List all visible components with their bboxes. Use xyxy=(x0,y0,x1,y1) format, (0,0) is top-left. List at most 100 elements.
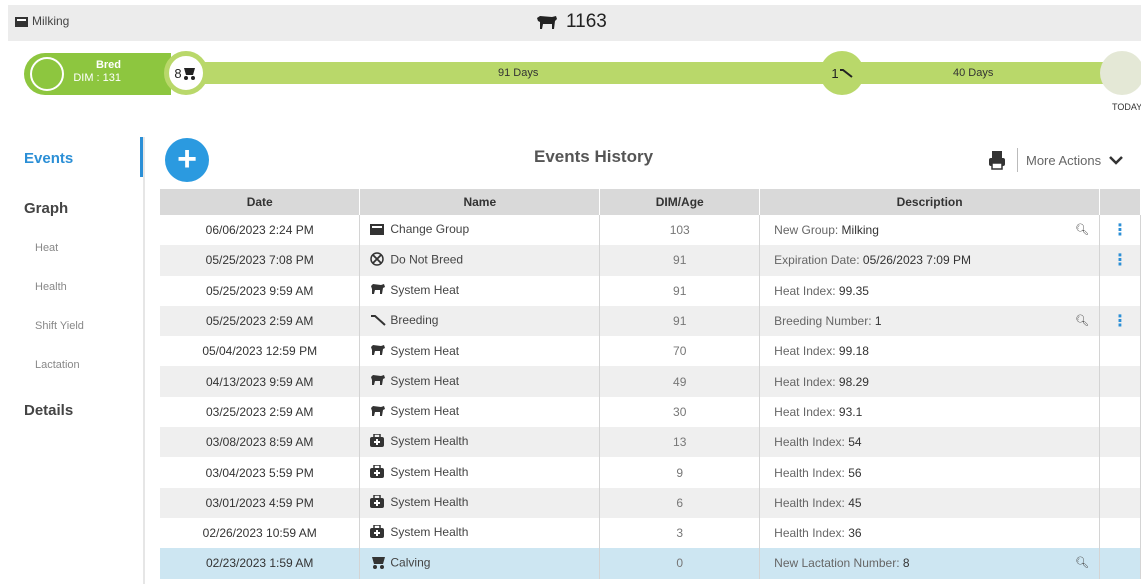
system-heat-icon xyxy=(370,405,390,420)
kebab-menu-icon[interactable]: ⋮ xyxy=(1112,252,1128,269)
event-name: System Health xyxy=(390,494,469,509)
description-value: 98.29 xyxy=(838,374,869,389)
column-header-menu xyxy=(1099,189,1141,215)
date-cell: 02/26/2023 10:59 AM xyxy=(160,517,361,549)
description-cell: Health Index: 36 xyxy=(759,517,1100,549)
group-icon xyxy=(15,16,28,27)
description-cell: Heat Index: 99.18 xyxy=(759,336,1100,367)
system-heat-icon xyxy=(370,344,390,359)
column-header-date[interactable]: Date xyxy=(160,189,361,215)
stroller-icon xyxy=(183,68,195,80)
calving-icon xyxy=(370,554,390,573)
name-cell: System Heat xyxy=(359,396,601,428)
calving-node[interactable]: 8 xyxy=(164,51,208,95)
table-row[interactable]: 02/26/2023 10:59 AM System Health 3 Health … xyxy=(160,517,1141,549)
description-value: 54 xyxy=(848,435,862,450)
actions-bar: More Actions xyxy=(987,148,1124,172)
event-name: System Heat xyxy=(390,373,460,388)
dim-cell: 6 xyxy=(599,487,761,518)
date-cell: 05/04/2023 12:59 PM xyxy=(160,336,361,367)
top-bar: Milking 1163 xyxy=(8,5,1141,41)
name-cell: System Health xyxy=(359,517,601,549)
zoom-icon[interactable]: 🔍︎ xyxy=(1075,223,1089,236)
event-name: Breeding xyxy=(390,313,439,328)
group-indicator: Milking xyxy=(15,14,69,28)
dim-cell: 13 xyxy=(599,427,761,458)
dim-cell: 30 xyxy=(599,396,761,428)
table-row[interactable]: 05/04/2023 12:59 PM System Heat 70 Heat Ind… xyxy=(160,336,1141,367)
system-heat-icon xyxy=(370,374,390,389)
table-row[interactable]: 03/08/2023 8:59 AM System Health 13 Health … xyxy=(160,427,1141,458)
system-health-icon xyxy=(370,463,390,481)
zoom-icon[interactable]: 🔍︎ xyxy=(1075,556,1089,569)
table-row[interactable]: 05/25/2023 2:59 AM Breeding 91 Breeding Num… xyxy=(160,305,1141,337)
description-label: New Group: xyxy=(774,223,839,238)
dim-cell: 91 xyxy=(599,305,761,337)
description-value: 45 xyxy=(848,495,862,510)
dim-cell: 0 xyxy=(599,548,761,579)
sidebar-item-events[interactable]: Events xyxy=(24,150,73,167)
do-not-breed-icon xyxy=(370,252,390,269)
kebab-menu-icon[interactable]: ⋮ xyxy=(1112,313,1128,330)
add-event-button[interactable]: + xyxy=(165,138,209,182)
page-title: Events History xyxy=(534,147,654,166)
description-value: 8 xyxy=(902,556,910,571)
column-header-dim-age[interactable]: DIM/Age xyxy=(599,189,761,215)
name-cell: Change Group xyxy=(359,215,601,246)
sidebar-item-heat[interactable]: Heat xyxy=(35,242,58,254)
system-heat-icon xyxy=(370,283,390,298)
name-cell: System Health xyxy=(359,427,601,458)
table-row[interactable]: 03/01/2023 4:59 PM System Health 6 Health I… xyxy=(160,487,1141,518)
sidebar-item-details[interactable]: Details xyxy=(24,402,73,419)
group-name: Milking xyxy=(32,14,70,28)
table-row[interactable]: 03/04/2023 5:59 PM System Health 9 Health I… xyxy=(160,457,1141,488)
sidebar-item-lactation[interactable]: Lactation xyxy=(35,359,80,371)
breeding-node[interactable]: 1 xyxy=(820,51,864,95)
event-name: Change Group xyxy=(390,222,470,237)
row-menu-cell xyxy=(1099,517,1141,549)
column-header-name[interactable]: Name xyxy=(359,189,601,215)
zoom-icon[interactable]: 🔍︎ xyxy=(1075,314,1089,327)
description-value: Milking xyxy=(841,223,879,238)
date-cell: 03/01/2023 4:59 PM xyxy=(160,487,361,518)
row-menu-cell[interactable]: ⋮ xyxy=(1099,245,1141,276)
description-value: 36 xyxy=(848,526,862,541)
event-name: Do Not Breed xyxy=(390,252,464,267)
description-label: Expiration Date: xyxy=(774,253,860,268)
table-row[interactable]: 03/25/2023 2:59 AM System Heat 30 Heat Inde… xyxy=(160,396,1141,428)
status-pill: Bred DIM : 131 xyxy=(24,53,171,95)
row-menu-cell xyxy=(1099,396,1141,428)
description-label: Health Index: xyxy=(774,435,845,450)
event-name: System Health xyxy=(390,464,469,479)
table-row[interactable]: 02/23/2023 1:59 AM Calving 0 New Lactation … xyxy=(160,548,1141,579)
date-cell: 05/25/2023 7:08 PM xyxy=(160,245,361,276)
table-row[interactable]: 04/13/2023 9:59 AM System Heat 49 Heat Inde… xyxy=(160,366,1141,397)
row-menu-cell[interactable]: ⋮ xyxy=(1099,305,1141,337)
table-row[interactable]: 05/25/2023 7:08 PM Do Not Breed 91 Expirati… xyxy=(160,245,1141,276)
description-value: 99.18 xyxy=(838,344,869,359)
row-menu-cell xyxy=(1099,427,1141,458)
chevron-down-icon[interactable] xyxy=(1109,155,1124,165)
kebab-menu-icon[interactable]: ⋮ xyxy=(1112,222,1128,239)
more-actions-button[interactable]: More Actions xyxy=(1026,153,1101,168)
dim-cell: 103 xyxy=(599,215,761,246)
cow-icon xyxy=(537,16,557,29)
system-health-icon xyxy=(370,433,390,450)
table-row[interactable]: 05/25/2023 9:59 AM System Heat 91 Heat Inde… xyxy=(160,275,1141,306)
table-row[interactable]: 06/06/2023 2:24 PM Change Group 103 New Gro… xyxy=(160,215,1141,246)
row-menu-cell xyxy=(1099,336,1141,367)
date-cell: 03/04/2023 5:59 PM xyxy=(160,457,361,488)
cow-number: 1163 xyxy=(566,11,607,32)
sidebar-item-health[interactable]: Health xyxy=(35,281,67,293)
sidebar-item-shift-yield[interactable]: Shift Yield xyxy=(35,320,84,332)
actions-separator xyxy=(1017,148,1018,172)
sidebar-item-graph[interactable]: Graph xyxy=(24,200,68,217)
row-menu-cell xyxy=(1099,457,1141,488)
event-name: System Health xyxy=(390,434,469,449)
description-cell: Heat Index: 93.1 xyxy=(759,396,1100,428)
column-header-description[interactable]: Description xyxy=(759,189,1100,215)
print-icon[interactable] xyxy=(987,150,1007,170)
row-menu-cell xyxy=(1099,548,1141,579)
name-cell: Calving xyxy=(359,548,601,579)
row-menu-cell[interactable]: ⋮ xyxy=(1099,215,1141,246)
